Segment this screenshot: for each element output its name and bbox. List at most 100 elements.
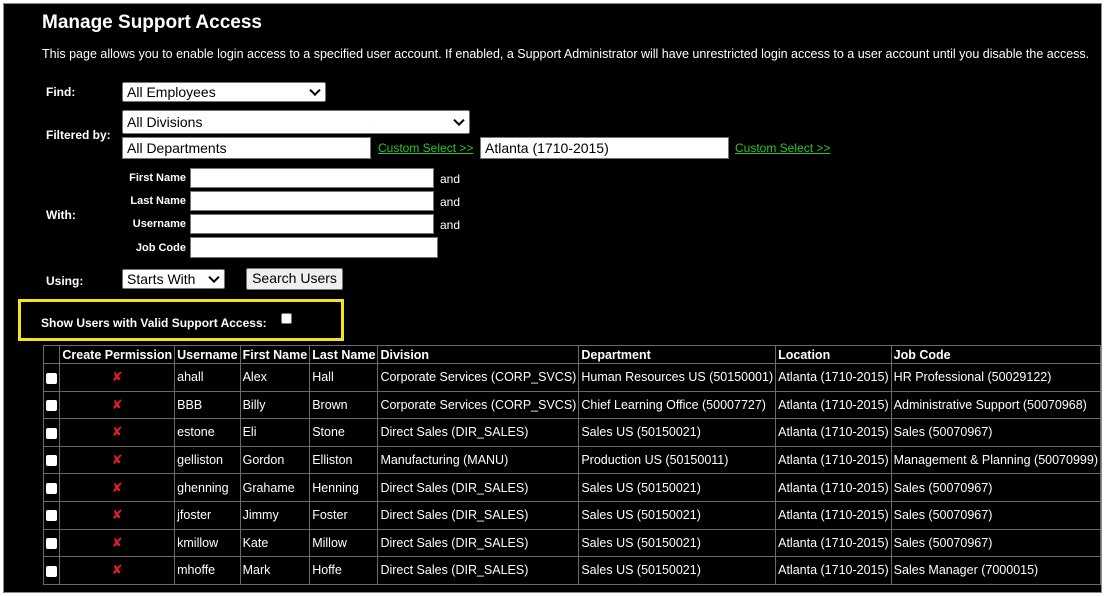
- last-name-cell: Brown: [309, 390, 379, 420]
- search-users-button[interactable]: Search Users: [246, 268, 343, 290]
- close-x-icon[interactable]: ✘: [62, 507, 172, 523]
- location-field[interactable]: Atlanta (1710-2015): [480, 137, 729, 159]
- table-row: ✘ BBB Billy Brown Corporate Services (CORP_S…: [42, 390, 1101, 420]
- close-x-icon[interactable]: ✘: [62, 562, 172, 578]
- page-description: This page allows you to enable login acc…: [42, 47, 1090, 61]
- location-cell: Atlanta (1710-2015): [775, 528, 892, 558]
- division-cell: Direct Sales (DIR_SALES): [377, 528, 580, 558]
- first-name-cell: Gordon: [239, 445, 311, 475]
- row-checkbox[interactable]: [46, 372, 58, 384]
- username-input[interactable]: [190, 214, 434, 234]
- job-code-input[interactable]: [190, 237, 438, 258]
- close-x-icon[interactable]: ✘: [62, 535, 172, 551]
- create-permission-cell: ✘: [59, 418, 176, 447]
- table-row: ✘ ahall Alex Hall Corporate Services (CORP_S…: [42, 363, 1101, 392]
- with-label: With:: [46, 208, 76, 222]
- row-select-cell: [42, 528, 61, 558]
- username-cell: BBB: [174, 390, 241, 420]
- division-select[interactable]: All Divisions: [122, 110, 470, 134]
- username-cell: gelliston: [174, 445, 241, 475]
- and-text: and: [440, 218, 461, 232]
- row-checkbox[interactable]: [46, 427, 58, 439]
- close-x-icon[interactable]: ✘: [62, 369, 172, 385]
- row-select-cell: [42, 418, 61, 447]
- row-checkbox[interactable]: [46, 510, 58, 522]
- row-checkbox[interactable]: [46, 455, 58, 467]
- chevron-down-icon: [453, 114, 465, 127]
- username-label: Username: [132, 218, 186, 230]
- page-title: Manage Support Access: [42, 12, 262, 33]
- row-select-cell: [42, 445, 61, 475]
- create-permission-cell: ✘: [59, 445, 176, 475]
- using-label: Using:: [46, 274, 84, 288]
- row-checkbox[interactable]: [46, 565, 58, 577]
- department-custom-select-link[interactable]: Custom Select >>: [378, 141, 473, 155]
- first-name-cell: Jimmy: [239, 500, 311, 530]
- row-select-cell: [42, 390, 61, 420]
- chevron-down-icon: [208, 271, 220, 284]
- department-cell: Sales US (50150021): [578, 418, 777, 447]
- header-create-permission: Create Permission: [59, 345, 176, 364]
- using-select[interactable]: Starts With: [122, 269, 225, 289]
- show-valid-checkbox[interactable]: [281, 313, 292, 324]
- close-x-icon[interactable]: ✘: [62, 424, 172, 440]
- job-code-cell: Administrative Support (50070968): [890, 390, 1101, 420]
- location-custom-select-link[interactable]: Custom Select >>: [735, 141, 830, 155]
- username-cell: ghenning: [174, 473, 241, 502]
- job-code-cell: Sales (50070967): [890, 418, 1101, 447]
- department-cell: Human Resources US (50150001): [578, 363, 777, 392]
- header-select: [42, 345, 61, 364]
- create-permission-cell: ✘: [59, 390, 176, 420]
- table-row: ✘ gelliston Gordon Elliston Manufacturing (M…: [42, 445, 1101, 475]
- last-name-cell: Elliston: [309, 445, 379, 475]
- job-code-cell: Management & Planning (50070999): [890, 445, 1101, 475]
- row-select-cell: [42, 363, 61, 392]
- location-cell: Atlanta (1710-2015): [775, 556, 892, 585]
- department-cell: Sales US (50150021): [578, 473, 777, 502]
- find-select-value: All Employees: [127, 84, 216, 100]
- username-cell: estone: [174, 418, 241, 447]
- job-code-cell: Sales (50070967): [890, 473, 1101, 502]
- username-cell: ahall: [174, 363, 241, 392]
- department-field[interactable]: All Departments: [122, 137, 371, 159]
- first-name-label: First Name: [129, 172, 186, 184]
- close-x-icon[interactable]: ✘: [62, 480, 172, 496]
- username-cell: mhoffe: [174, 556, 241, 585]
- last-name-input[interactable]: [190, 191, 434, 211]
- first-name-cell: Billy: [239, 390, 311, 420]
- header-division: Division: [377, 345, 580, 364]
- job-code-cell: HR Professional (50029122): [890, 363, 1101, 392]
- job-code-label: Job Code: [135, 242, 186, 254]
- division-cell: Direct Sales (DIR_SALES): [377, 418, 580, 447]
- department-cell: Sales US (50150021): [578, 556, 777, 585]
- header-job-code: Job Code: [890, 345, 1101, 364]
- create-permission-cell: ✘: [59, 500, 176, 530]
- show-valid-label: Show Users with Valid Support Access:: [41, 316, 267, 330]
- table-row: ✘ ghenning Grahame Henning Direct Sales (DIR…: [42, 473, 1101, 502]
- first-name-cell: Eli: [239, 418, 311, 447]
- find-select[interactable]: All Employees: [122, 82, 326, 102]
- table-row: ✘ kmillow Kate Millow Direct Sales (DIR_SALE…: [42, 528, 1101, 558]
- row-checkbox[interactable]: [46, 400, 58, 412]
- first-name-cell: Kate: [239, 528, 311, 558]
- job-code-cell: Sales Manager (7000015): [890, 556, 1101, 585]
- row-select-cell: [42, 500, 61, 530]
- close-x-icon[interactable]: ✘: [62, 397, 172, 413]
- header-username: Username: [174, 345, 241, 364]
- first-name-cell: Grahame: [239, 473, 311, 502]
- location-cell: Atlanta (1710-2015): [775, 418, 892, 447]
- create-permission-cell: ✘: [59, 473, 176, 502]
- using-select-value: Starts With: [127, 271, 196, 287]
- last-name-cell: Hall: [309, 363, 379, 392]
- first-name-input[interactable]: [190, 168, 434, 188]
- header-location: Location: [775, 345, 892, 364]
- row-checkbox[interactable]: [46, 538, 58, 550]
- table-row: ✘ jfoster Jimmy Foster Direct Sales (DIR_SAL…: [42, 500, 1101, 530]
- row-checkbox[interactable]: [46, 482, 58, 494]
- division-cell: Direct Sales (DIR_SALES): [377, 556, 580, 585]
- last-name-cell: Henning: [309, 473, 379, 502]
- department-cell: Chief Learning Office (50007727): [578, 390, 777, 420]
- close-x-icon[interactable]: ✘: [62, 452, 172, 468]
- table-row: ✘ estone Eli Stone Direct Sales (DIR_SALES) S…: [42, 418, 1101, 447]
- table-row: ✘ mhoffe Mark Hoffe Direct Sales (DIR_SALES)…: [42, 556, 1101, 585]
